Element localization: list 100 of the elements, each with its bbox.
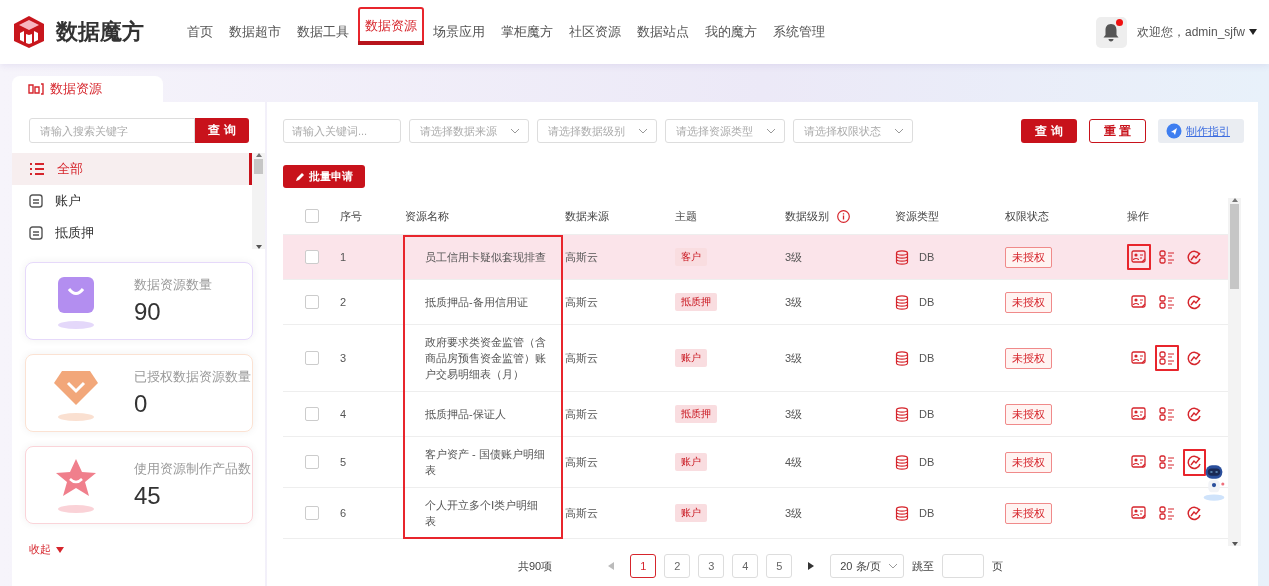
table-cell: 6 [340, 507, 347, 519]
guide-button[interactable]: 制作指引 [1158, 119, 1244, 143]
id-card-icon[interactable] [1127, 244, 1151, 270]
jump-label: 跳至 [912, 558, 935, 574]
table-cell: DB [919, 296, 935, 308]
table-cell: 高斯云 [565, 454, 598, 470]
resource-name: 抵质押品-保证人 [425, 407, 506, 422]
status-tag: 未授权 [1005, 347, 1052, 369]
page-button[interactable]: 2 [664, 554, 691, 578]
user-menu[interactable]: 欢迎您，admin_sjfw [1136, 23, 1245, 41]
nav-tab[interactable]: 我的魔方 [698, 0, 764, 64]
list-icon[interactable] [1155, 345, 1179, 371]
status-tag: 未授权 [1005, 502, 1052, 524]
keyword-field[interactable]: 请输入关键词... [283, 119, 401, 143]
scroll-thumb[interactable] [254, 159, 263, 174]
table-cell: DB [919, 352, 935, 364]
checkbox[interactable] [304, 455, 319, 469]
checkbox[interactable] [304, 295, 319, 309]
topic-tag: 客户 [675, 248, 707, 266]
scroll-down-icon[interactable] [255, 245, 262, 249]
database-icon [895, 294, 909, 310]
page-button[interactable]: 3 [698, 554, 725, 578]
stat-value: 90 [134, 298, 162, 326]
scrollbar[interactable] [1228, 198, 1241, 546]
brand-name: 数据魔方 [56, 18, 144, 46]
table-cell: 1 [340, 251, 347, 263]
column-header: 序号 [340, 208, 362, 224]
navigation-icon [1166, 123, 1182, 139]
scrollbar[interactable] [252, 153, 265, 249]
table-cell: 4级 [785, 454, 803, 470]
table-cell: 高斯云 [565, 350, 598, 366]
checkbox[interactable] [304, 209, 319, 223]
robot-drawing [1201, 464, 1227, 502]
page-size-dropdown[interactable]: 20 条/页 [830, 554, 905, 578]
search-field[interactable]: 请输入搜索关键字 [29, 118, 195, 143]
notification-button[interactable] [1095, 16, 1127, 48]
table-cell: 3级 [785, 249, 803, 265]
table-row[interactable]: 3 政府要求类资金监管（含商品房预售资金监管）账户交易明细表（月） 高斯云 账户 3级 DB 未授权 [283, 325, 1228, 392]
status-tag: 未授权 [1005, 403, 1052, 425]
checkbox[interactable] [304, 351, 319, 365]
chevron-down-icon [894, 128, 904, 134]
page-button[interactable]: 1 [630, 554, 657, 578]
table-cell: 高斯云 [565, 249, 598, 265]
logo-icon [12, 15, 46, 49]
scroll-down-icon[interactable] [1231, 542, 1238, 546]
database-icon [895, 406, 909, 422]
collapse-link[interactable]: 收起 [29, 542, 51, 557]
chevron-down-icon [510, 128, 520, 134]
table-cell: DB [919, 408, 935, 420]
checkbox[interactable] [304, 506, 319, 520]
nav-tab[interactable]: 社区资源 [562, 0, 628, 64]
column-header: 资源名称 [405, 208, 449, 224]
table-cell: DB [919, 507, 935, 519]
table-cell: 高斯云 [565, 505, 598, 521]
scroll-thumb[interactable] [1230, 204, 1239, 289]
search-button[interactable]: 查 询 [195, 118, 249, 143]
list-icon [29, 162, 45, 176]
pencil-icon [295, 171, 305, 182]
table-cell: 3级 [785, 406, 803, 422]
database-icon [895, 350, 909, 366]
checkbox[interactable] [304, 250, 319, 264]
caret-icon[interactable] [1249, 29, 1257, 35]
table-row[interactable]: 1 员工信用卡疑似套现排查 高斯云 客户 3级 DB 未授权 [283, 235, 1228, 280]
topic-tag: 抵质押 [675, 293, 717, 311]
table-cell: 3级 [785, 505, 803, 521]
nav-tab[interactable]: 系统管理 [766, 0, 832, 64]
page-input[interactable] [942, 554, 985, 578]
category-item[interactable]: 抵质押 [12, 217, 252, 249]
nav-tab[interactable]: 首页 [180, 0, 220, 64]
table-cell: DB [919, 251, 935, 263]
page-button[interactable]: 4 [732, 554, 759, 578]
category-item[interactable]: 全部 [12, 153, 252, 185]
nav-tab[interactable]: 场景应用 [426, 0, 492, 64]
nav-tab[interactable]: 数据资源 [358, 7, 424, 45]
checkbox[interactable] [304, 407, 319, 421]
category-item[interactable]: 账户 [12, 185, 252, 217]
nav-tab[interactable]: 数据工具 [290, 0, 356, 64]
table-row[interactable]: 2 抵质押品-备用信用证 高斯云 抵质押 3级 DB 未授权 [283, 280, 1228, 325]
nav-tab[interactable]: 数据站点 [630, 0, 696, 64]
scroll-up-icon[interactable] [255, 153, 262, 157]
table-row[interactable]: 6 个人开立多个Ⅰ类户明细表 高斯云 账户 3级 DB 未授权 [283, 488, 1228, 539]
chart-icon[interactable] [1183, 448, 1206, 476]
table-cell: 3级 [785, 294, 803, 310]
query-button[interactable]: 查 询 [1021, 119, 1077, 143]
table-row[interactable]: 4 抵质押品-保证人 高斯云 抵质押 3级 DB 未授权 [283, 392, 1228, 437]
column-header: 资源类型 [895, 208, 939, 224]
table-cell: 5 [340, 456, 347, 468]
reset-button[interactable]: 重 置 [1088, 119, 1146, 143]
nav-tab[interactable]: 数据超市 [222, 0, 288, 64]
stat-value: 0 [134, 390, 149, 418]
batch-apply-button[interactable]: 批量申请 [283, 165, 365, 188]
scroll-up-icon[interactable] [1231, 198, 1238, 202]
page-button[interactable]: 5 [766, 554, 793, 578]
panel-tab[interactable]: 数据资源 [12, 76, 163, 102]
nav-tab[interactable]: 掌柜魔方 [494, 0, 560, 64]
status-tag: 未授权 [1005, 451, 1052, 473]
info-icon [837, 209, 850, 223]
topic-tag: 账户 [675, 504, 707, 522]
topic-tag: 账户 [675, 453, 707, 471]
table-cell: 2 [340, 296, 347, 308]
